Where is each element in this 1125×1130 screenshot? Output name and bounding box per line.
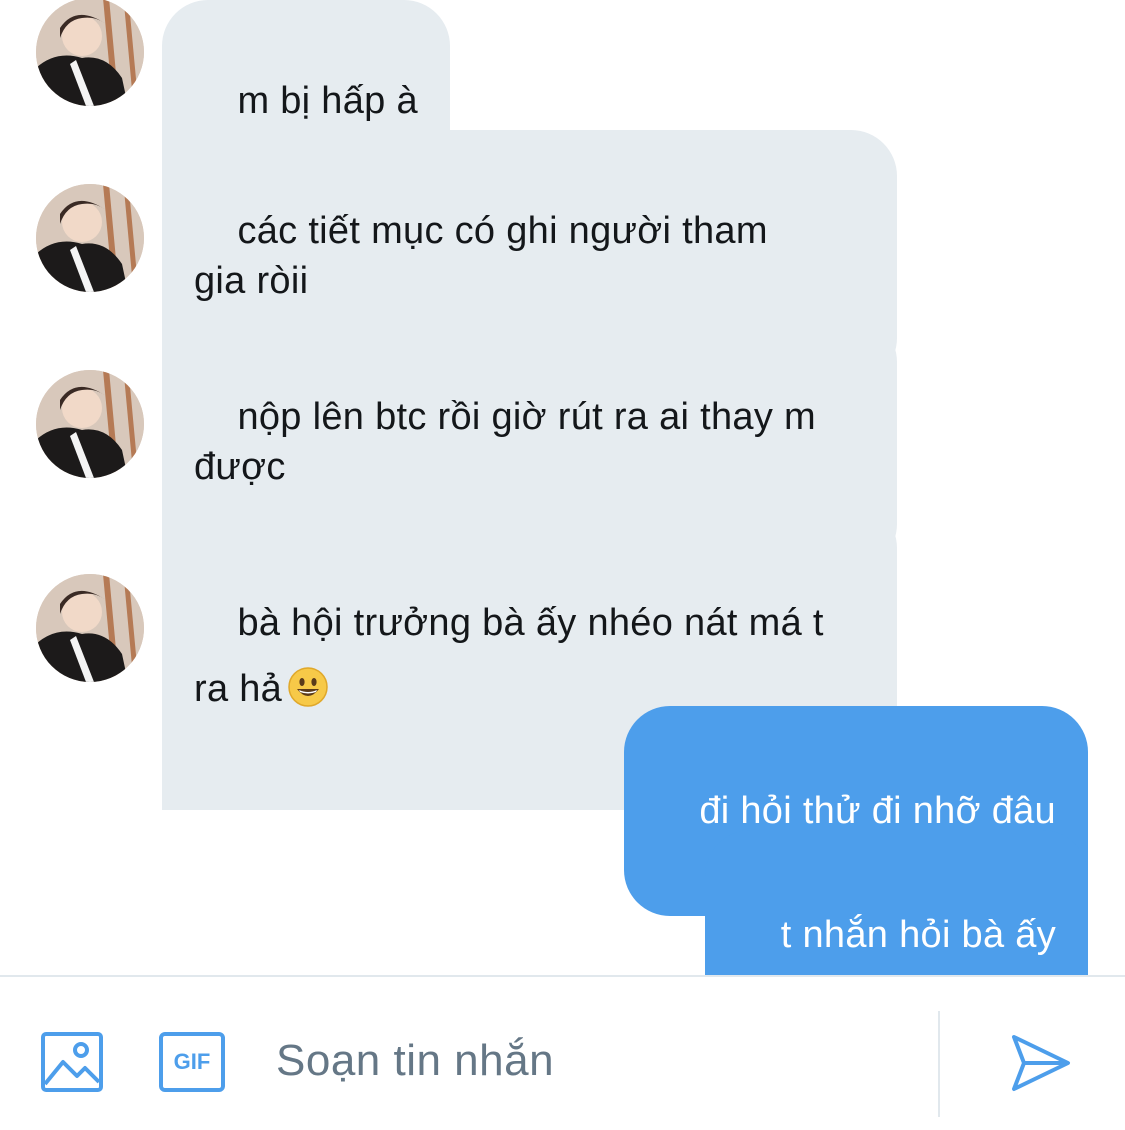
gif-icon: GIF bbox=[173, 1049, 211, 1074]
message-text: các tiết mục có ghi người tham gia ròii bbox=[194, 210, 768, 302]
composer-separator bbox=[938, 1011, 940, 1117]
message-input[interactable] bbox=[262, 1025, 902, 1097]
image-icon[interactable] bbox=[41, 1032, 103, 1092]
avatar[interactable] bbox=[36, 574, 144, 682]
avatar[interactable] bbox=[36, 370, 144, 478]
message-text: nộp lên btc rồi giờ rút ra ai thay m đượ… bbox=[194, 396, 816, 488]
message-thread: m bị hấp à các tiết mục có ghi người tha… bbox=[0, 0, 1125, 975]
message-text: t nhắn hỏi bà ấy bbox=[780, 914, 1056, 956]
message-bubble-outgoing[interactable]: t nhắn hỏi bà ấy bbox=[705, 830, 1088, 975]
send-icon[interactable] bbox=[1010, 1033, 1072, 1093]
avatar[interactable] bbox=[36, 184, 144, 292]
message-text: m bị hấp à bbox=[237, 80, 418, 122]
grinning-face-emoji bbox=[288, 667, 328, 707]
avatar[interactable] bbox=[36, 0, 144, 106]
message-text: đi hỏi thử đi nhỡ đâu bbox=[699, 790, 1056, 832]
message-composer: GIF bbox=[0, 977, 1125, 1130]
gif-button[interactable]: GIF bbox=[159, 1032, 225, 1092]
